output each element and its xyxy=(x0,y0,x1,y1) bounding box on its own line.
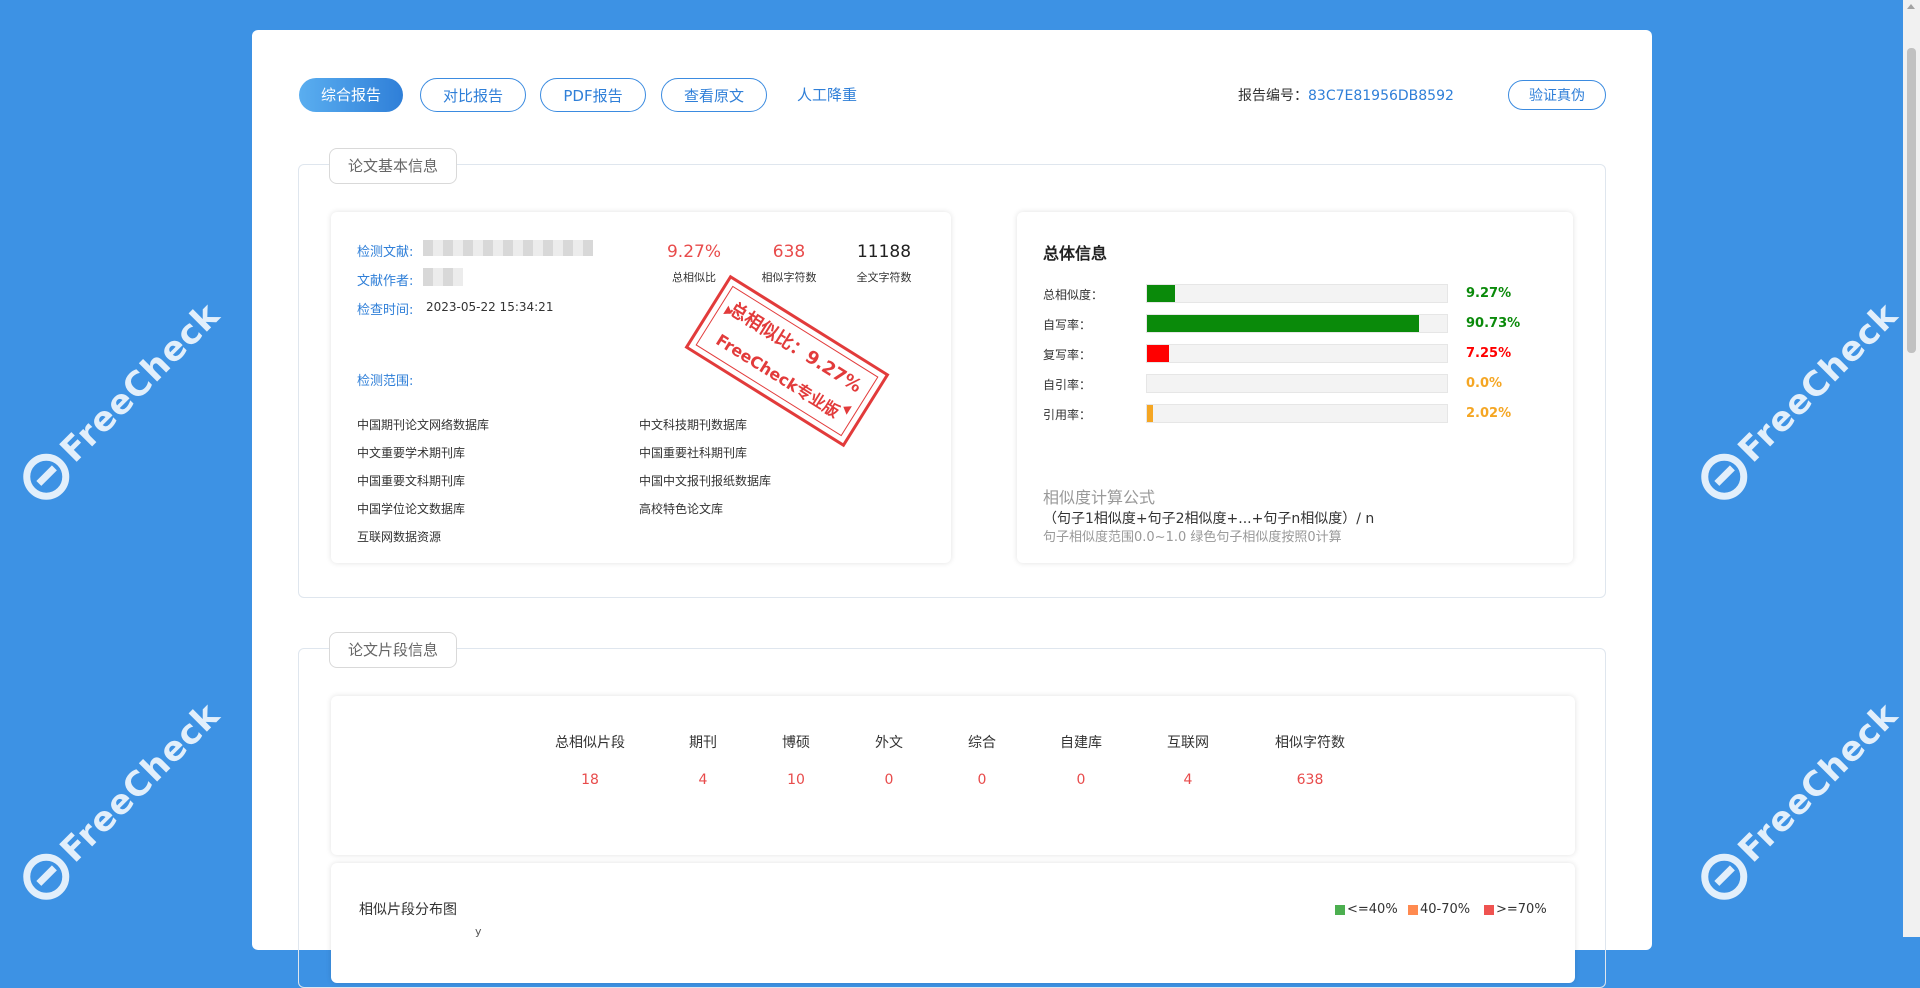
overview-row-value: 0.0% xyxy=(1466,376,1503,391)
overview-bar-fill xyxy=(1147,285,1175,302)
overview-bar-track xyxy=(1146,404,1448,423)
legend-swatch-icon xyxy=(1408,904,1418,915)
segment-value: 18 xyxy=(581,772,599,788)
scroll-up-icon[interactable] xyxy=(1907,4,1915,9)
overview-bar-fill xyxy=(1147,405,1154,422)
redacted-author xyxy=(423,268,463,286)
formula-note: 句子相似度范围0.0~1.0 绿色句子相似度按照0计算 xyxy=(1043,530,1342,545)
overview-row-value: 9.27% xyxy=(1466,286,1512,301)
segment-header: 外文 xyxy=(875,735,903,751)
overview-bar-fill xyxy=(1147,345,1169,362)
stat-value: 9.27% xyxy=(666,242,721,262)
tab-comprehensive-report[interactable]: 综合报告 xyxy=(299,78,403,112)
overview-panel: 总体信息 总相似度： 9.27% 自写率： 90.73% 复写率： 7.25% … xyxy=(1017,212,1573,563)
author-label: 文献作者: xyxy=(357,274,414,289)
chart-axis-label: y xyxy=(475,925,482,938)
database-item: 中国中文报刊报纸数据库 xyxy=(639,474,772,488)
distribution-title: 相似片段分布图 xyxy=(359,902,457,918)
distribution-panel: 相似片段分布图 y <=40% 40-70% >=70% xyxy=(331,863,1575,983)
stat-value: 638 xyxy=(772,242,806,262)
report-card: 综合报告 对比报告 PDF报告 查看原文 人工降重 报告编号：83C7E8195… xyxy=(252,30,1652,988)
doc-label: 检测文献: xyxy=(357,245,414,260)
overview-row-label: 复写率： xyxy=(1043,348,1092,362)
database-item: 中国期刊论文网络数据库 xyxy=(357,418,490,432)
legend-item: >=70% xyxy=(1484,902,1547,917)
overview-bar-track xyxy=(1146,344,1448,363)
segment-value: 10 xyxy=(787,772,805,788)
time-label: 检查时间: xyxy=(357,303,414,318)
watermark: FreeCheck xyxy=(1691,293,1908,510)
segment-header: 互联网 xyxy=(1167,735,1209,751)
overview-row-value: 90.73% xyxy=(1466,316,1521,331)
tab-pdf-report[interactable]: PDF报告 xyxy=(540,78,646,112)
legend-item: <=40% xyxy=(1335,902,1398,917)
check-time: 2023-05-22 15:34:21 xyxy=(426,300,554,314)
database-item: 互联网数据资源 xyxy=(357,530,442,544)
report-number: 报告编号：83C7E81956DB8592 xyxy=(1238,88,1454,104)
watermark: FreeCheck xyxy=(13,293,230,510)
watermark: FreeCheck xyxy=(13,693,230,910)
section-title: 论文基本信息 xyxy=(329,148,458,184)
overview-title: 总体信息 xyxy=(1043,244,1108,263)
overview-row-value: 2.02% xyxy=(1466,406,1512,421)
redacted-doc-title xyxy=(423,240,593,256)
formula-title: 相似度计算公式 xyxy=(1043,488,1156,507)
segment-header: 总相似片段 xyxy=(555,735,625,751)
segment-value: 4 xyxy=(698,772,708,788)
stat-caption: 全文字符数 xyxy=(856,271,912,284)
basic-info-section: 论文基本信息 检测文献: 文献作者: 检查时间: 2023-05-22 15:3… xyxy=(298,148,1606,598)
legend-swatch-icon xyxy=(1335,904,1345,915)
segment-header: 博硕 xyxy=(782,735,810,751)
tab-view-original[interactable]: 查看原文 xyxy=(661,78,767,112)
manual-rewrite-link[interactable]: 人工降重 xyxy=(797,78,857,112)
database-item: 中国重要社科期刊库 xyxy=(639,446,748,460)
overview-row-label: 自写率： xyxy=(1043,318,1092,332)
segment-value: 0 xyxy=(977,772,987,788)
overview-bar-track xyxy=(1146,314,1448,333)
legend-item: 40-70% xyxy=(1408,902,1470,917)
document-info-panel: 检测文献: 文献作者: 检查时间: 2023-05-22 15:34:21 9.… xyxy=(331,212,951,563)
segment-value: 638 xyxy=(1296,772,1324,788)
overview-bar-fill xyxy=(1147,315,1420,332)
legend-swatch-icon xyxy=(1484,904,1494,915)
section-title: 论文片段信息 xyxy=(329,632,458,668)
database-item: 中国学位论文数据库 xyxy=(357,502,466,516)
segment-value: 0 xyxy=(1076,772,1086,788)
segment-header: 综合 xyxy=(968,735,996,751)
overview-bar-track xyxy=(1146,374,1448,393)
scope-label: 检测范围: xyxy=(357,374,414,389)
page-scrollbar[interactable] xyxy=(1903,0,1920,937)
verify-button[interactable]: 验证真伪 xyxy=(1508,80,1606,110)
database-item: 中国重要文科期刊库 xyxy=(357,474,466,488)
stat-value: 11188 xyxy=(856,242,912,262)
segment-header: 期刊 xyxy=(689,735,717,751)
segment-stats-panel: 总相似片段 18 期刊 4 博硕 10 外文 0 综合 0 自建库 0 互联网 … xyxy=(331,696,1575,855)
segment-value: 4 xyxy=(1183,772,1193,788)
overview-row-label: 总相似度： xyxy=(1043,288,1104,302)
segment-info-section: 论文片段信息 总相似片段 18 期刊 4 博硕 10 外文 0 综合 0 自建库… xyxy=(298,632,1606,988)
segment-header: 相似字符数 xyxy=(1275,735,1345,751)
segment-header: 自建库 xyxy=(1060,735,1102,751)
tab-comparison-report[interactable]: 对比报告 xyxy=(420,78,526,112)
scrollbar-thumb[interactable] xyxy=(1907,48,1916,353)
watermark: FreeCheck xyxy=(1691,693,1908,910)
database-item: 中文科技期刊数据库 xyxy=(639,418,748,432)
database-item: 中文重要学术期刊库 xyxy=(357,446,466,460)
formula-text: （句子1相似度+句子2相似度+...+句子n相似度）/ n xyxy=(1043,511,1375,527)
database-item: 高校特色论文库 xyxy=(639,502,724,516)
overview-bar-track xyxy=(1146,284,1448,303)
segment-value: 0 xyxy=(884,772,894,788)
overview-row-value: 7.25% xyxy=(1466,346,1512,361)
overview-row-label: 自引率： xyxy=(1043,378,1092,392)
overview-row-label: 引用率： xyxy=(1043,408,1092,422)
stat-caption: 相似字符数 xyxy=(761,271,817,284)
